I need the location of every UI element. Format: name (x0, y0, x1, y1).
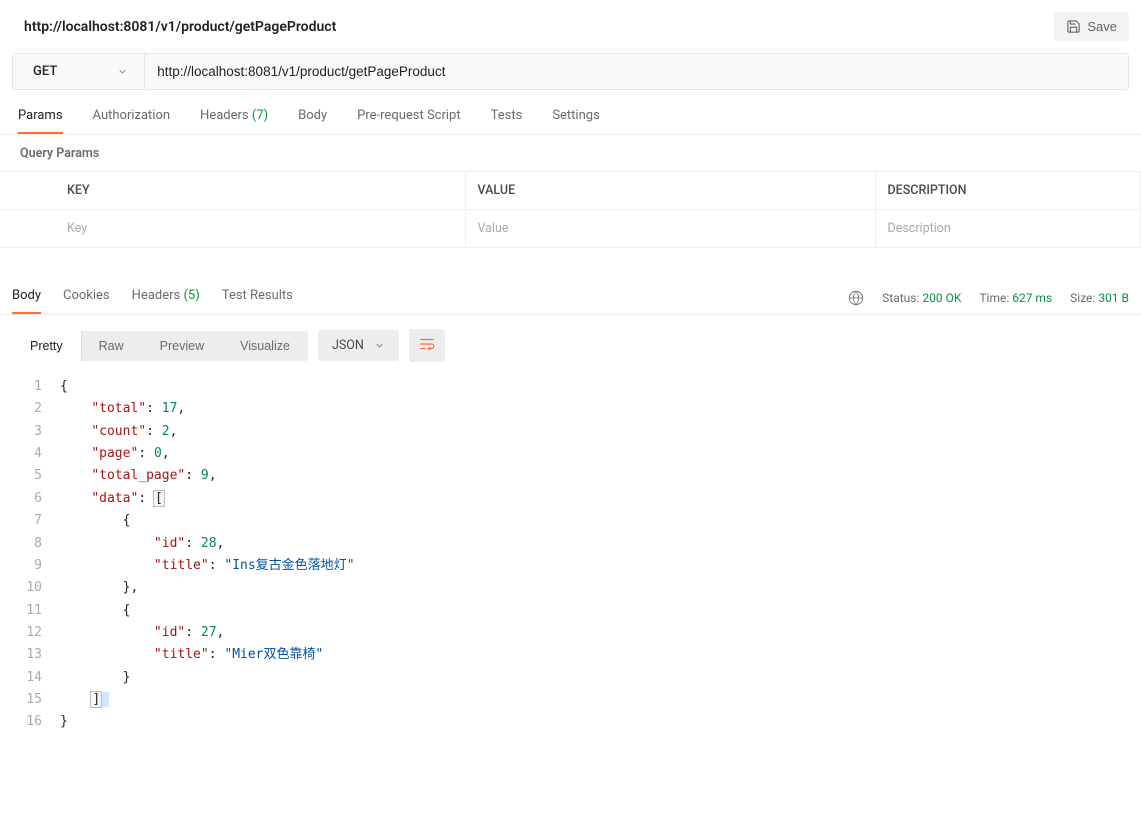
response-tabs: Body Cookies Headers (5) Test Results (12, 288, 293, 314)
view-preview[interactable]: Preview (142, 331, 222, 361)
table-row[interactable]: Key Value Description (0, 210, 1141, 248)
resp-tab-body[interactable]: Body (12, 288, 41, 314)
description-input[interactable]: Description (875, 210, 1141, 248)
format-select[interactable]: JSON (318, 330, 399, 361)
col-value: VALUE (465, 172, 875, 210)
save-label: Save (1087, 19, 1117, 34)
method-value: GET (33, 64, 57, 79)
request-title: http://localhost:8081/v1/product/getPage… (24, 19, 336, 35)
tab-authorization[interactable]: Authorization (93, 108, 171, 134)
resp-tab-testresults[interactable]: Test Results (222, 288, 293, 314)
value-input[interactable]: Value (465, 210, 875, 248)
status-value: 200 OK (922, 291, 961, 305)
save-button[interactable]: Save (1054, 12, 1129, 41)
chevron-down-icon (374, 340, 385, 351)
tab-params[interactable]: Params (18, 108, 63, 134)
view-raw[interactable]: Raw (81, 331, 142, 361)
globe-icon[interactable] (848, 290, 864, 306)
view-toolbar: Pretty Raw Preview Visualize JSON (0, 315, 1141, 372)
query-params-table: KEY VALUE DESCRIPTION Key Value Descript… (0, 171, 1141, 248)
tab-tests[interactable]: Tests (491, 108, 523, 134)
save-icon (1066, 19, 1081, 34)
key-input[interactable]: Key (55, 210, 465, 248)
wrap-icon (418, 335, 436, 353)
chevron-down-icon (117, 66, 128, 77)
col-key: KEY (55, 172, 465, 210)
tab-headers[interactable]: Headers (7) (200, 108, 268, 134)
method-select[interactable]: GET (13, 54, 145, 89)
response-body[interactable]: 1{ 2 "total": 17, 3 "count": 2, 4 "page"… (0, 372, 1141, 738)
response-meta: Status: 200 OK Time: 627 ms Size: 301 B (848, 290, 1129, 314)
resp-tab-headers[interactable]: Headers (5) (132, 288, 200, 314)
query-params-label: Query Params (0, 135, 1141, 171)
size-value: 301 B (1098, 291, 1129, 305)
time-value: 627 ms (1012, 291, 1052, 305)
tab-settings[interactable]: Settings (552, 108, 599, 134)
request-tabs: Params Authorization Headers (7) Body Pr… (0, 90, 1141, 135)
tab-body[interactable]: Body (298, 108, 327, 134)
headers-count: (7) (252, 108, 268, 123)
url-input[interactable] (145, 54, 1128, 89)
resp-tab-cookies[interactable]: Cookies (63, 288, 110, 314)
tab-prerequest[interactable]: Pre-request Script (357, 108, 460, 134)
view-visualize[interactable]: Visualize (222, 331, 308, 361)
resp-headers-count: (5) (183, 288, 199, 303)
col-description: DESCRIPTION (875, 172, 1141, 210)
format-value: JSON (332, 338, 364, 353)
view-pretty[interactable]: Pretty (12, 331, 82, 361)
wrap-lines-button[interactable] (409, 329, 445, 362)
